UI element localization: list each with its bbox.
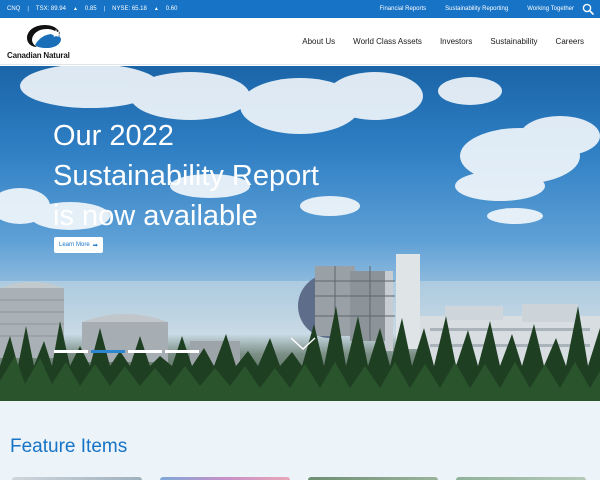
nav-world-class-assets[interactable]: World Class Assets	[353, 37, 422, 46]
learn-more-label: Learn More	[59, 242, 90, 248]
carousel-dot[interactable]	[54, 350, 88, 353]
separator: |	[103, 6, 106, 12]
ticker-symbol: CNQ	[7, 6, 21, 12]
up-arrow-icon: ▲	[153, 6, 159, 12]
utility-links: Financial Reports Sustainability Reporti…	[379, 0, 574, 18]
nav-sustainability[interactable]: Sustainability	[490, 37, 537, 46]
hero-banner: Our 2022 Sustainability Report is now av…	[0, 66, 600, 401]
feature-section: Feature Items	[0, 401, 600, 480]
tsx-change: 0.85	[84, 6, 97, 12]
separator: |	[27, 6, 29, 12]
stock-ticker: CNQ | TSX: 89.94 ▲ 0.85 | NYSE: 65.18 ▲ …	[7, 0, 177, 18]
tsx-price: TSX: 89.94	[35, 6, 66, 12]
hero-title: Our 2022 Sustainability Report is now av…	[53, 116, 383, 236]
nav-investors[interactable]: Investors	[440, 37, 472, 46]
up-arrow-icon: ▲	[72, 6, 78, 12]
main-nav: About Us World Class Assets Investors Su…	[302, 18, 584, 65]
search-icon[interactable]	[582, 3, 594, 15]
arrow-right-icon: ➡	[92, 242, 98, 249]
logo-wordmark: Canadian Natural	[7, 51, 70, 60]
nav-careers[interactable]: Careers	[556, 37, 584, 46]
financial-reports-link[interactable]: Financial Reports	[379, 6, 426, 12]
section-heading: Feature Items	[10, 436, 128, 457]
carousel-dot-active[interactable]	[91, 350, 125, 353]
nyse-price: NYSE: 65.18	[112, 6, 147, 12]
hero-title-line: Sustainability Report	[53, 160, 319, 192]
carousel-dot[interactable]	[128, 350, 162, 353]
hero-title-line: Our 2022	[53, 120, 174, 152]
carousel-dot[interactable]	[165, 350, 199, 353]
chevron-down-icon[interactable]	[290, 337, 316, 351]
working-together-link[interactable]: Working Together	[527, 6, 574, 12]
carousel-indicators	[54, 350, 199, 353]
hero-title-line: is now available	[53, 200, 258, 232]
company-logo[interactable]: Canadian Natural	[6, 23, 88, 61]
logo-mark-icon	[27, 25, 61, 48]
main-header: Canadian Natural About Us World Class As…	[0, 18, 600, 65]
nav-about-us[interactable]: About Us	[302, 37, 335, 46]
nyse-change: 0.60	[165, 6, 178, 12]
learn-more-button[interactable]: Learn More ➡	[54, 237, 103, 253]
sustainability-reporting-link[interactable]: Sustainability Reporting	[445, 6, 508, 12]
top-bar: CNQ | TSX: 89.94 ▲ 0.85 | NYSE: 65.18 ▲ …	[0, 0, 600, 18]
